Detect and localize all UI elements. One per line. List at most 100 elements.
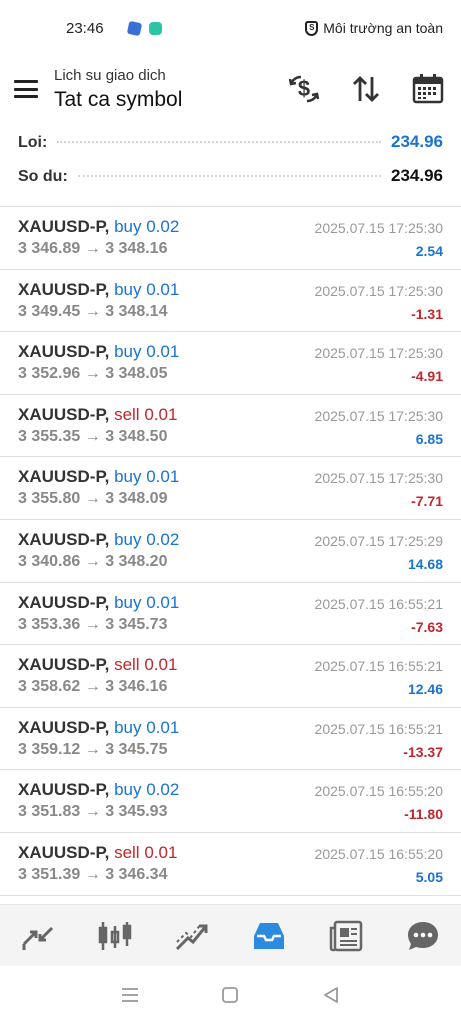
deal-time: 2025.07.15 16:55:21 <box>314 720 443 737</box>
calendar-icon[interactable] <box>409 70 447 108</box>
status-time: 23:46 <box>66 19 104 37</box>
deal-close-price: 3 345.93 <box>105 803 168 821</box>
deal-open-price: 3 351.39 <box>18 865 81 883</box>
svg-text:$: $ <box>298 76 310 101</box>
deal-time: 2025.07.15 16:55:21 <box>314 658 443 675</box>
deal-volume: 0.01 <box>144 404 178 424</box>
deal-symbol: XAUUSD-P, <box>18 404 110 424</box>
deal-row[interactable]: XAUUSD-P, sell 0.01 3 358.62 → 3 346.16 20… <box>0 645 461 708</box>
deal-prices: 3 340.86 → 3 348.20 <box>18 551 443 573</box>
arrow-right-icon: → <box>84 490 101 508</box>
deal-volume: 0.02 <box>146 529 180 549</box>
deal-profit: 2.54 <box>415 243 443 259</box>
dotted-leader <box>77 175 381 177</box>
deal-prices: 3 351.83 → 3 345.93 <box>18 801 443 823</box>
deal-profit: 14.68 <box>407 555 443 572</box>
profit-label: Loi: <box>18 134 48 151</box>
deal-profit: -4.91 <box>411 368 443 385</box>
deal-prices: 3 351.39 → 3 346.34 <box>18 864 443 886</box>
deal-row[interactable]: XAUUSD-P, sell 0.01 3 351.39 → 3 346.34 20… <box>0 833 461 896</box>
messages-icon[interactable] <box>401 914 445 958</box>
deal-prices: 3 349.45 → 3 348.14 <box>18 301 443 323</box>
notification-chat-icon <box>149 21 162 35</box>
deal-row[interactable]: XAUUSD-P, buy 0.02 3 351.83 → 3 345.93 202… <box>0 770 461 833</box>
deal-symbol: XAUUSD-P, <box>18 217 110 236</box>
deal-volume: 0.01 <box>144 842 178 862</box>
quotes-icon[interactable] <box>16 914 60 958</box>
balance-label: So du: <box>18 168 68 185</box>
history-summary: Loi: 234.96 So du: 234.96 <box>0 122 461 207</box>
deal-row[interactable]: XAUUSD-P, buy 0.01 3 353.36 → 3 345.73 202… <box>0 583 461 646</box>
deal-side: sell <box>114 404 140 424</box>
deal-symbol: XAUUSD-P, <box>18 655 110 675</box>
deal-prices: 3 355.35 → 3 348.50 <box>18 426 443 448</box>
deal-open-price: 3 351.83 <box>18 803 81 821</box>
sort-icon[interactable] <box>347 70 385 108</box>
currency-exchange-icon[interactable]: $ <box>285 70 323 108</box>
deal-volume: 0.02 <box>146 780 180 800</box>
deal-prices: 3 353.36 → 3 345.73 <box>18 614 443 636</box>
home-icon[interactable] <box>215 980 245 1010</box>
deal-close-price: 3 348.14 <box>105 302 168 320</box>
deal-volume: 0.01 <box>146 717 180 737</box>
news-icon[interactable] <box>324 914 368 958</box>
arrow-right-icon: → <box>84 740 101 758</box>
arrow-right-icon: → <box>84 615 101 633</box>
deal-open-price: 3 353.36 <box>18 615 81 633</box>
deal-row[interactable]: XAUUSD-P, buy 0.01 3 352.96 → 3 348.05 202… <box>0 332 461 395</box>
profit-value: 234.96 <box>391 132 443 151</box>
deal-symbol: XAUUSD-P, <box>18 780 110 800</box>
chart-icon[interactable] <box>93 914 137 958</box>
deal-close-price: 3 346.16 <box>105 678 168 696</box>
deal-symbol: XAUUSD-P, <box>18 592 110 612</box>
deal-close-price: 3 348.09 <box>105 490 168 508</box>
deal-close-price: 3 348.16 <box>105 240 168 257</box>
deal-time: 2025.07.15 17:25:30 <box>314 407 443 424</box>
deal-symbol: XAUUSD-P, <box>18 279 110 299</box>
deal-side: buy <box>114 592 142 612</box>
recent-apps-icon[interactable] <box>115 980 145 1010</box>
trade-icon[interactable] <box>170 914 214 958</box>
deal-open-price: 3 359.12 <box>18 740 81 758</box>
deal-open-price: 3 355.80 <box>18 490 81 508</box>
deal-volume: 0.02 <box>146 217 180 236</box>
deal-close-price: 3 346.34 <box>105 865 168 883</box>
deal-profit: 5.05 <box>415 868 443 885</box>
deal-row[interactable]: XAUUSD-P, buy 0.01 3 355.80 → 3 348.09 202… <box>0 457 461 520</box>
notification-app-icon <box>126 20 143 36</box>
arrow-right-icon: → <box>84 678 101 696</box>
back-icon[interactable] <box>316 980 346 1010</box>
system-navigation-bar <box>0 966 461 1024</box>
arrow-right-icon: → <box>84 427 101 445</box>
status-bar: 23:46 S Môi trường an toàn <box>0 0 461 56</box>
history-icon[interactable] <box>247 914 291 958</box>
deal-side: sell <box>114 842 140 862</box>
deal-row[interactable]: XAUUSD-P, buy 0.02 3 340.86 → 3 348.20 202… <box>0 520 461 583</box>
arrow-right-icon: → <box>84 865 101 883</box>
deal-side: sell <box>114 655 140 675</box>
arrow-right-icon: → <box>84 803 101 821</box>
dotted-leader <box>57 141 381 143</box>
deal-volume: 0.01 <box>146 467 180 487</box>
deal-row[interactable]: XAUUSD-P, buy 0.01 3 359.12 → 3 345.75 202… <box>0 708 461 771</box>
deal-time: 2025.07.15 16:55:21 <box>314 595 443 612</box>
deal-volume: 0.01 <box>146 592 180 612</box>
deal-row[interactable]: XAUUSD-P, sell 0.01 3 355.35 → 3 348.50 20… <box>0 395 461 458</box>
menu-icon[interactable] <box>14 80 38 98</box>
deals-list: XAUUSD-P, buy 0.02 3 346.89 → 3 348.16 202… <box>0 207 461 896</box>
page-title: Tat ca symbol <box>54 87 183 111</box>
deal-open-price: 3 358.62 <box>18 678 81 696</box>
deal-symbol: XAUUSD-P, <box>18 342 110 362</box>
deal-open-price: 3 352.96 <box>18 365 81 383</box>
deal-side: buy <box>114 780 142 800</box>
deal-row[interactable]: XAUUSD-P, buy 0.01 3 349.45 → 3 348.14 202… <box>0 270 461 333</box>
deal-volume: 0.01 <box>144 655 178 675</box>
header-titles[interactable]: Lich su giao dich Tat ca symbol <box>54 67 261 112</box>
deal-time: 2025.07.15 16:55:20 <box>314 845 443 862</box>
deal-row[interactable]: XAUUSD-P, buy 0.02 3 346.89 → 3 348.16 202… <box>0 207 461 270</box>
deal-profit: -1.31 <box>411 305 443 322</box>
deal-profit: -11.80 <box>404 806 443 823</box>
deal-close-price: 3 345.73 <box>105 615 168 633</box>
deal-close-price: 3 348.50 <box>105 427 168 445</box>
deal-symbol: XAUUSD-P, <box>18 467 110 487</box>
